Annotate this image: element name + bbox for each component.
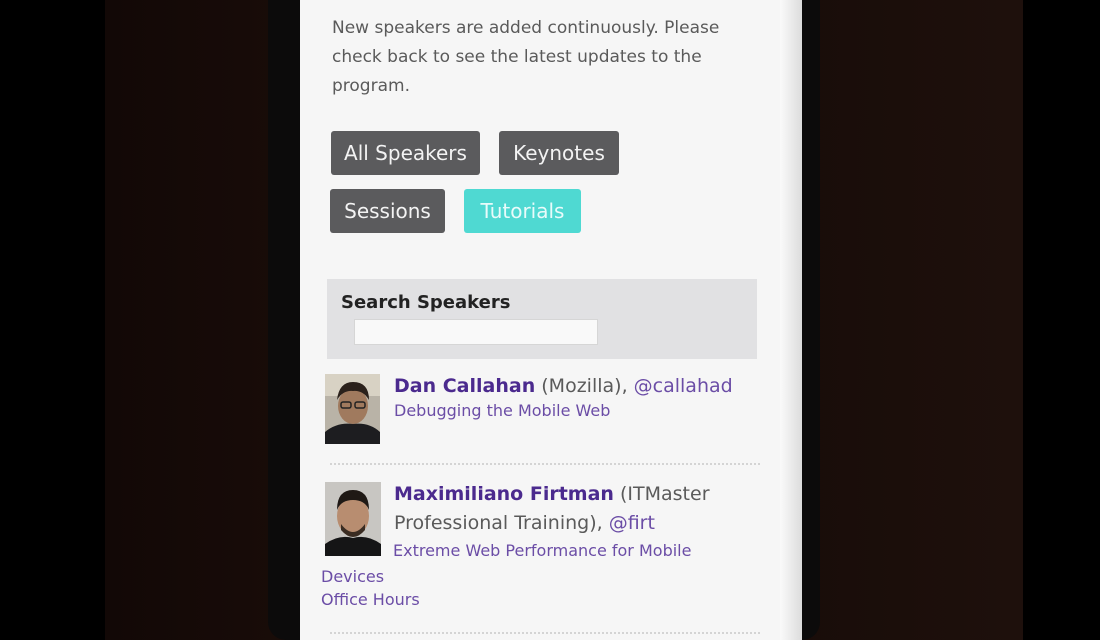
speaker-avatar[interactable]	[325, 374, 380, 444]
keynotes-button[interactable]: Keynotes	[499, 131, 619, 175]
talk-link[interactable]: Extreme Web Performance for Mobile Devic…	[321, 538, 721, 590]
phone-screen: New speakers are added continuously. Ple…	[300, 0, 800, 640]
screen-edge	[780, 0, 802, 640]
intro-text: New speakers are added continuously. Ple…	[332, 18, 720, 96]
speaker-name-link[interactable]: Maximiliano Firtman	[394, 483, 614, 505]
speaker-twitter-link[interactable]: @callahad	[634, 375, 733, 397]
speaker-divider	[330, 463, 760, 465]
photo-frame: New speakers are added continuously. Ple…	[0, 0, 1100, 640]
tutorials-button[interactable]: Tutorials	[464, 189, 581, 233]
speaker-twitter-link[interactable]: @firt	[609, 512, 655, 534]
sessions-button[interactable]: Sessions	[330, 189, 445, 233]
speaker-item: Dan Callahan (Mozilla), @callahad Debugg…	[325, 372, 765, 452]
all-speakers-button[interactable]: All Speakers	[331, 131, 480, 175]
speaker-divider	[330, 632, 760, 634]
speaker-org: (Mozilla),	[535, 375, 634, 397]
search-label: Search Speakers	[341, 292, 511, 313]
speaker-name-link[interactable]: Dan Callahan	[394, 375, 535, 397]
speaker-item: Maximiliano Firtman (ITMaster Profession…	[321, 480, 765, 620]
talk-link[interactable]: Office Hours	[321, 590, 420, 609]
search-panel: Search Speakers	[327, 279, 757, 359]
talk-link[interactable]: Debugging the Mobile Web	[394, 401, 610, 420]
search-input[interactable]	[354, 319, 598, 345]
